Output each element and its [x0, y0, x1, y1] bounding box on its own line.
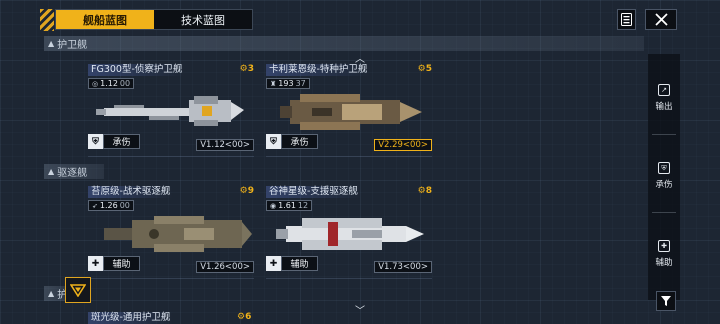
stat-sub: 12	[297, 201, 309, 210]
filter-support-button[interactable]: ✚ 辅助	[648, 240, 680, 268]
close-icon	[654, 13, 668, 26]
filter-tank-button[interactable]: ⛨ 承伤	[648, 162, 680, 190]
role-button[interactable]: ⛨ 承伤	[88, 134, 140, 149]
card-divider	[266, 156, 432, 157]
stat-main: 1.12	[100, 79, 118, 88]
filter-label: 承伤	[655, 180, 673, 190]
list-icon	[621, 13, 632, 26]
section-label: 驱逐舰	[57, 168, 88, 179]
ship-image	[104, 216, 252, 252]
role-label: 辅助	[281, 256, 318, 271]
role-button[interactable]: ✚ 辅助	[266, 256, 318, 271]
ship-image	[280, 94, 422, 130]
ship-image	[96, 96, 244, 126]
ship-stats: ♜ 193 37	[266, 78, 310, 89]
card-divider	[88, 278, 254, 279]
ship-count-badge: ⚙6	[237, 312, 252, 322]
scroll-down-chevron-icon[interactable]: ﹀	[355, 302, 365, 317]
ship-count-badge: ⚙8	[417, 186, 432, 196]
stat-main: 193	[278, 79, 294, 88]
support-icon: ✚	[88, 256, 103, 271]
panel-divider	[652, 212, 676, 213]
stat-sub: 00	[119, 79, 131, 88]
support-icon: ✚	[658, 240, 670, 252]
section-header-destroyer[interactable]: ▲ 驱逐舰	[44, 164, 104, 179]
section-header-frigate[interactable]: ▲ 护卫舰	[44, 36, 644, 51]
ship-stats: ➶ 1.26 00	[88, 200, 134, 211]
ship-name: FG300型-侦察护卫舰	[88, 64, 186, 76]
section-label: 护卫舰	[57, 40, 88, 51]
ship-name: 卡利莱恩级-特种护卫舰	[266, 64, 371, 76]
ship-count-badge: ⚙3	[239, 64, 254, 74]
role-label: 辅助	[103, 256, 140, 271]
shield-icon: ⛨	[266, 134, 281, 149]
card-divider	[88, 156, 254, 157]
blueprint-tabs: 舰船蓝图 技术蓝图	[55, 9, 253, 30]
ship-image	[276, 218, 424, 250]
role-label: 承伤	[281, 134, 318, 149]
card-divider	[266, 278, 432, 279]
version-tag: V1.12<00>	[196, 139, 254, 151]
filter-output-button[interactable]: ↗ 输出	[648, 84, 680, 112]
ship-card[interactable]: 谷神星级-支援驱逐舰 ⚙8 ◉ 1.61 12 ✚ 辅助 V1.73<00>	[266, 186, 432, 282]
ship-count-badge: ⚙9	[239, 186, 254, 196]
filter-label: 辅助	[655, 258, 673, 268]
stat-icon: ♜	[270, 79, 277, 88]
ship-stats: ◎ 1.12 00	[88, 78, 135, 89]
stat-main: 1.61	[278, 201, 296, 210]
header-stripe-decoration	[40, 9, 54, 31]
stat-sub: 37	[295, 79, 306, 88]
version-tag: V1.26<00>	[196, 261, 254, 273]
version-tag: V2.29<00>	[374, 139, 432, 151]
stat-icon: ◉	[270, 201, 277, 210]
tab-tech-blueprint[interactable]: 技术蓝图	[154, 10, 252, 29]
ship-card[interactable]: 卡利莱恩级-特种护卫舰 ⚙5 ♜ 193 37 ⛨ 承伤 V2.29<00>	[266, 64, 432, 160]
panel-divider	[652, 134, 676, 135]
collapse-triangle-icon: ▲	[48, 167, 55, 176]
tab-ship-blueprint[interactable]: 舰船蓝图	[56, 10, 154, 29]
stat-icon: ◎	[92, 79, 99, 88]
stat-icon: ➶	[92, 201, 98, 210]
ship-name: 谷神星级-支援驱逐舰	[266, 186, 361, 198]
filter-button[interactable]	[656, 291, 676, 311]
filter-icon	[661, 296, 671, 306]
output-icon: ↗	[658, 84, 670, 96]
collapse-triangle-icon: ▲	[48, 39, 55, 48]
shield-icon: ⛨	[88, 134, 103, 149]
role-button[interactable]: ✚ 辅助	[88, 256, 140, 271]
ship-card[interactable]: FG300型-侦察护卫舰 ⚙3 ◎ 1.12 00 ⛨ 承伤 V1.12<00>	[88, 64, 254, 160]
stat-main: 1.26	[99, 201, 118, 210]
collapse-triangle-icon: ▲	[48, 289, 55, 298]
ship-card[interactable]: 苔原级-战术驱逐舰 ⚙9 ➶ 1.26 00 ✚ 辅助 V1.26<00>	[88, 186, 254, 282]
ship-count-badge: ⚙5	[417, 64, 432, 74]
filter-label: 输出	[655, 102, 673, 112]
shield-icon: ⛨	[658, 162, 670, 174]
version-tag: V1.73<00>	[374, 261, 432, 273]
role-button[interactable]: ⛨ 承伤	[266, 134, 318, 149]
ship-name: 苔原级-战术驱逐舰	[88, 186, 174, 198]
floating-menu-button[interactable]	[65, 277, 91, 303]
list-button[interactable]	[617, 9, 636, 30]
role-label: 承伤	[103, 134, 140, 149]
ship-stats: ◉ 1.61 12	[266, 200, 313, 211]
role-filter-panel: ↗ 输出 ⛨ 承伤 ✚ 辅助	[648, 54, 680, 300]
stat-sub: 00	[119, 201, 130, 210]
down-triangle-badge-icon	[70, 284, 86, 297]
support-icon: ✚	[266, 256, 281, 271]
scroll-up-chevron-icon[interactable]: ︿	[355, 50, 365, 65]
ship-name: 斑光级-通用护卫舰	[88, 312, 174, 324]
close-button[interactable]	[645, 9, 677, 30]
